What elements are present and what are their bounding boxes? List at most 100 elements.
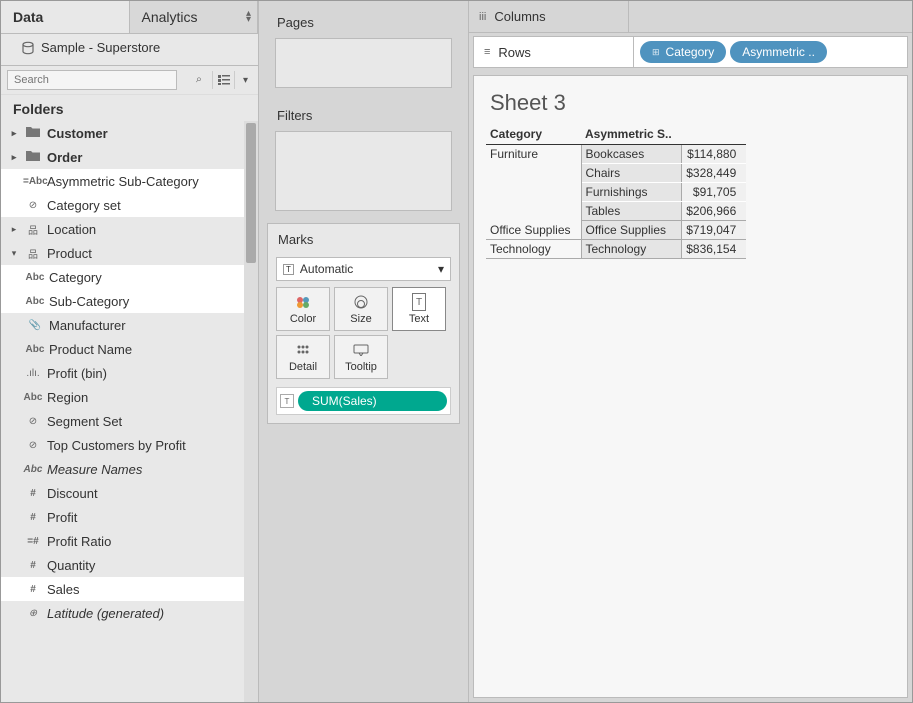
calc-number-icon: =# [23, 536, 43, 547]
text-mark-icon: T [283, 264, 294, 275]
pages-drop[interactable] [275, 38, 452, 88]
field-measure-names[interactable]: Abc Measure Names [1, 457, 258, 481]
view-toggle-button[interactable] [212, 71, 230, 89]
col-header-sub[interactable]: Asymmetric S.. [581, 124, 682, 145]
filters-shelf: Filters [267, 100, 460, 211]
string-icon: Abc [25, 272, 45, 283]
calc-icon: =Abc [23, 176, 43, 187]
data-pane-menu[interactable]: ▾ [234, 71, 252, 89]
cell-value: $91,705 [682, 183, 747, 202]
drill-icon: ⊞ [652, 47, 660, 58]
caret-icon: ▸ [9, 152, 19, 163]
field-label: Top Customers by Profit [47, 438, 186, 453]
tab-resize-handle[interactable]: ▴▾ [246, 11, 251, 23]
field-top-customers[interactable]: ⊘ Top Customers by Profit [1, 433, 258, 457]
marks-size-button[interactable]: Size [334, 287, 388, 331]
datasource-icon [21, 41, 35, 55]
rows-shelf-row: ≡ Rows ⊞ Category Asymmetric .. [473, 36, 908, 68]
table-row[interactable]: Furniture Bookcases $114,880 [486, 145, 746, 164]
filters-drop[interactable] [275, 131, 452, 211]
number-icon: # [23, 488, 43, 499]
field-label: Profit (bin) [47, 366, 107, 381]
field-label: Product [47, 246, 92, 261]
field-discount[interactable]: # Discount [1, 481, 258, 505]
columns-icon: iii [479, 11, 486, 23]
table-row[interactable]: Technology Technology $836,154 [486, 240, 746, 259]
chevron-down-icon: ▾ [438, 262, 444, 276]
field-label: Discount [47, 486, 98, 501]
columns-drop[interactable] [629, 1, 912, 32]
worksheet-area: iii Columns ≡ Rows ⊞ Category Asymmetric… [469, 1, 912, 702]
cell-value: $328,449 [682, 164, 747, 183]
pages-shelf: Pages [267, 7, 460, 88]
shelf-label: Filters [267, 100, 460, 131]
marks-color-button[interactable]: Color [276, 287, 330, 331]
field-label: Product Name [49, 342, 132, 357]
bin-icon: .ılı. [23, 368, 43, 379]
marks-type-selector[interactable]: T Automatic ▾ [276, 257, 451, 281]
pill-asymmetric[interactable]: Asymmetric .. [730, 41, 827, 63]
cell-value: $836,154 [682, 240, 747, 259]
field-category[interactable]: Abc Category [1, 265, 258, 289]
field-label: Region [47, 390, 88, 405]
marks-card: Marks T Automatic ▾ Color Size T [267, 223, 460, 424]
folder-order[interactable]: ▸ Order [1, 145, 258, 169]
set-icon: ⊘ [23, 416, 43, 427]
marks-tooltip-button[interactable]: Tooltip [334, 335, 388, 379]
field-label: Asymmetric Sub-Category [47, 174, 199, 189]
tab-data[interactable]: Data [1, 1, 130, 33]
pill-category[interactable]: ⊞ Category [640, 41, 726, 63]
datasource-row[interactable]: Sample - Superstore [1, 34, 258, 66]
field-profit-bin[interactable]: .ılı. Profit (bin) [1, 361, 258, 385]
field-profit[interactable]: # Profit [1, 505, 258, 529]
hierarchy-icon: 品 [23, 222, 43, 237]
field-label: Quantity [47, 558, 95, 573]
number-icon: # [23, 512, 43, 523]
folder-icon [23, 126, 43, 140]
cell-sub: Tables [581, 202, 682, 221]
folder-customer[interactable]: ▸ Customer [1, 121, 258, 145]
col-header-category[interactable]: Category [486, 124, 581, 145]
datasource-name: Sample - Superstore [41, 40, 160, 55]
field-sales[interactable]: # Sales [1, 577, 258, 601]
marks-btn-label: Text [409, 313, 429, 325]
cell-sub: Bookcases [581, 145, 682, 164]
field-quantity[interactable]: # Quantity [1, 553, 258, 577]
detail-icon [296, 341, 310, 359]
viz-canvas[interactable]: Sheet 3 Category Asymmetric S.. Furnitur… [473, 75, 908, 698]
field-label: Manufacturer [49, 318, 126, 333]
scrollbar-thumb[interactable] [246, 123, 256, 263]
marks-pill-sum-sales[interactable]: T SUM(Sales) [276, 387, 451, 415]
cell-value: $206,966 [682, 202, 747, 221]
field-subcategory[interactable]: Abc Sub-Category [1, 289, 258, 313]
cell-sub: Furnishings [581, 183, 682, 202]
field-profit-ratio[interactable]: =# Profit Ratio [1, 529, 258, 553]
sheet-title[interactable]: Sheet 3 [474, 76, 907, 124]
folder-product[interactable]: ▾品 Product [1, 241, 258, 265]
data-pane: Data Analytics ▴▾ Sample - Superstore ⌕ … [1, 1, 259, 702]
shelf-label: Pages [267, 7, 460, 38]
crosstab: Category Asymmetric S.. Furniture Bookca… [486, 124, 746, 259]
number-icon: # [23, 584, 43, 595]
table-row[interactable]: Office Supplies Office Supplies $719,047 [486, 221, 746, 240]
field-region[interactable]: Abc Region [1, 385, 258, 409]
marks-text-button[interactable]: T Text [392, 287, 446, 331]
marks-detail-button[interactable]: Detail [276, 335, 330, 379]
field-label: Profit [47, 510, 77, 525]
field-latitude[interactable]: ⊕ Latitude (generated) [1, 601, 258, 625]
field-segment-set[interactable]: ⊘ Segment Set [1, 409, 258, 433]
search-input[interactable] [7, 70, 177, 90]
folder-location[interactable]: ▸品 Location [1, 217, 258, 241]
number-icon: # [23, 560, 43, 571]
tab-analytics[interactable]: Analytics ▴▾ [130, 1, 259, 33]
rows-drop[interactable]: ⊞ Category Asymmetric .. [634, 37, 907, 67]
tree-scrollbar[interactable] [244, 121, 258, 702]
set-icon: ⊘ [23, 440, 43, 451]
folder-label: Order [47, 150, 82, 165]
field-label: Location [47, 222, 96, 237]
field-asymmetric-subcategory[interactable]: =Abc Asymmetric Sub-Category [1, 169, 258, 193]
cell-category: Technology [486, 240, 581, 259]
field-manufacturer[interactable]: 📎 Manufacturer [1, 313, 258, 337]
field-category-set[interactable]: ⊘ Category set [1, 193, 258, 217]
field-product-name[interactable]: Abc Product Name [1, 337, 258, 361]
